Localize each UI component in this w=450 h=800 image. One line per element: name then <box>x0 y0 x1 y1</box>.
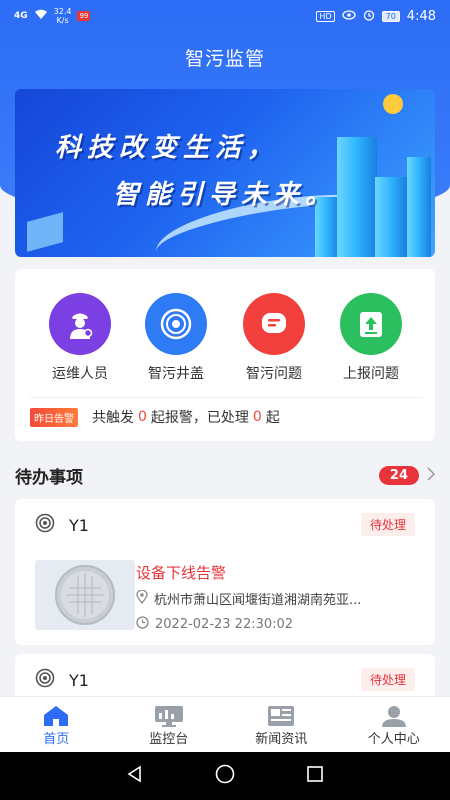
quick-action-maintenance-staff[interactable]: 运维人员 <box>37 293 123 383</box>
quick-actions-card: 运维人员 智污井盖 智污问题 上报问题 昨日告警 共触发 0 起报警，已处理 0… <box>15 269 435 441</box>
manhole-thumbnail <box>35 560 135 630</box>
task-device-name: Y1 <box>69 670 89 690</box>
system-navigation-bar <box>0 752 450 800</box>
divider <box>30 397 422 398</box>
alarm-tag: 昨日告警 <box>30 407 78 427</box>
building-graphic <box>337 137 377 257</box>
back-icon[interactable] <box>126 765 144 787</box>
banner-slogan-line1: 科技改变生活， <box>55 133 280 163</box>
building-graphic <box>375 177 407 257</box>
status-bar: 4G 32.4 K/s 99 HD 70 4:48 <box>0 0 450 32</box>
task-time: 2022-02-23 22:30:02 <box>136 616 293 633</box>
maintenance-staff-icon <box>49 293 111 355</box>
tab-label: 个人中心 <box>367 732 420 747</box>
home-nav-icon[interactable] <box>215 764 235 788</box>
upload-icon <box>340 293 402 355</box>
quick-action-manhole-cover[interactable]: 智污井盖 <box>133 293 219 383</box>
bottom-tab-bar: 首页 监控台 新闻资讯 个人中心 <box>0 696 450 752</box>
manhole-device-icon <box>35 668 55 692</box>
task-card[interactable]: Y1 待处理 设备下线告警 杭州市萧山区闻堰街道湘湖南苑亚... 2022-02… <box>15 499 435 645</box>
tab-monitor[interactable]: 监控台 <box>113 697 226 752</box>
task-address: 杭州市萧山区闻堰街道湘湖南苑亚... <box>136 588 362 608</box>
sun-graphic <box>383 94 403 114</box>
task-device-name: Y1 <box>69 515 89 535</box>
todo-count-badge: 24 <box>378 465 419 485</box>
network-speed: 32.4 K/s <box>53 7 72 25</box>
signal-indicator: 4G <box>14 11 28 21</box>
monitor-icon <box>113 704 226 728</box>
clock-icon <box>136 616 149 633</box>
user-icon <box>338 704 450 728</box>
alarm-triggered-count: 0 <box>138 409 147 425</box>
hd-indicator: HD <box>316 10 335 22</box>
quick-action-label: 智污问题 <box>246 366 302 382</box>
tab-label: 首页 <box>43 732 70 747</box>
status-badge: 待处理 <box>360 668 415 691</box>
quick-action-label: 智污井盖 <box>148 366 204 382</box>
battery-indicator: 70 <box>381 10 400 22</box>
task-time-text: 2022-02-23 22:30:02 <box>155 617 294 632</box>
quick-action-label: 运维人员 <box>52 366 108 382</box>
todo-title: 待办事项 <box>15 467 83 488</box>
task-address-text: 杭州市萧山区闻堰街道湘湖南苑亚... <box>154 593 362 608</box>
clock: 4:48 <box>406 8 436 24</box>
alarm-text-suffix: 起 <box>265 410 280 426</box>
quick-action-problems[interactable]: 智污问题 <box>231 293 317 383</box>
page-title: 智污监管 <box>184 48 265 70</box>
manhole-device-icon <box>35 513 55 537</box>
eye-icon <box>341 9 356 23</box>
wifi-icon <box>34 9 48 23</box>
quick-action-report-problem[interactable]: 上报问题 <box>328 293 414 383</box>
location-icon <box>136 588 148 608</box>
alarm-handled-count: 0 <box>252 409 262 425</box>
yesterday-alarm-summary: 昨日告警 共触发 0 起报警，已处理 0 起 <box>30 407 280 427</box>
manhole-cover-icon <box>145 293 207 355</box>
tab-label: 监控台 <box>149 732 189 747</box>
notification-badge: 99 <box>77 11 91 21</box>
message-icon <box>243 293 305 355</box>
banner-slogan-line2: 智能引导未来。 <box>113 180 338 210</box>
news-icon <box>225 704 338 728</box>
tab-news[interactable]: 新闻资讯 <box>225 697 338 752</box>
tab-label: 新闻资讯 <box>255 732 308 747</box>
chevron-right-icon <box>427 466 436 485</box>
recents-icon[interactable] <box>306 765 324 787</box>
building-graphic <box>407 157 431 257</box>
tab-home[interactable]: 首页 <box>0 697 113 752</box>
status-badge: 待处理 <box>360 513 415 536</box>
todo-header[interactable]: 待办事项 24 <box>15 460 436 490</box>
cube-graphic <box>27 212 63 252</box>
alarm-text-prefix: 共触发 <box>92 410 134 426</box>
promo-banner[interactable]: 科技改变生活， 智能引导未来。 <box>15 89 435 257</box>
alarm-clock-icon <box>363 9 375 24</box>
quick-action-label: 上报问题 <box>343 366 399 382</box>
home-icon <box>0 704 113 728</box>
task-alert-title: 设备下线告警 <box>136 564 227 582</box>
alarm-text-middle: 起报警，已处理 <box>150 410 249 426</box>
tab-profile[interactable]: 个人中心 <box>338 697 450 752</box>
